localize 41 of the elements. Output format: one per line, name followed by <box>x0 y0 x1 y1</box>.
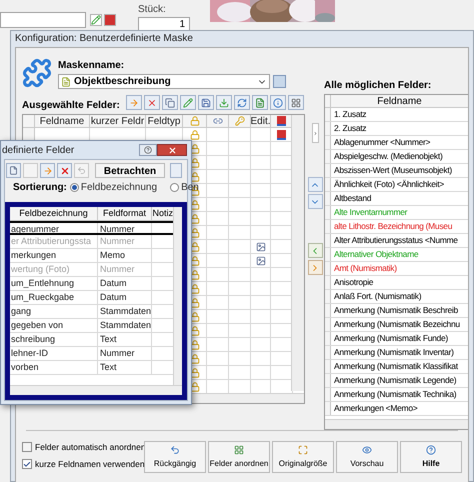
all-fields-label: Alle möglichen Felder: <box>324 79 432 93</box>
radio-label: Feldbezeichnung <box>80 181 158 195</box>
field-name-cell: agenummer <box>10 223 98 233</box>
field-name-cell: vorben <box>10 361 98 374</box>
radio-label: Ben <box>181 181 199 195</box>
field-format-cell: Nummer <box>98 347 152 360</box>
field-name-cell: er Attributierungssta <box>10 235 98 248</box>
column-header: Feldname <box>377 94 422 108</box>
field-format-cell: Stammdaten <box>98 305 152 318</box>
column-header: Feldname <box>40 114 84 128</box>
column-header: kurzer Feldr <box>90 114 144 128</box>
checkbox-label: kurze Feldnamen verwenden <box>35 458 145 470</box>
field-format-cell: Text <box>98 361 152 374</box>
sort-label: Sortierung: <box>13 181 67 195</box>
selected-fields-label: Ausgewählte Felder: <box>22 99 120 113</box>
mask-name-label: Maskenname: <box>58 59 126 73</box>
column-header: Edit. <box>250 114 271 128</box>
field-format-cell: Memo <box>98 249 152 262</box>
field-name-cell: merkungen <box>10 249 98 262</box>
field-name-cell: schreibung <box>10 333 98 346</box>
field-name-cell: gang <box>10 305 98 318</box>
field-name-cell: um_Entlehnung <box>10 277 98 290</box>
field-format-cell: Stammdaten <box>98 319 152 332</box>
column-header: Feldtyp <box>148 114 180 128</box>
field-format-cell: Nummer <box>98 235 152 248</box>
field-format-cell: Datum <box>98 291 152 304</box>
quantity-label: Stück: <box>138 3 167 17</box>
field-name-cell: lehner-ID <box>10 347 98 360</box>
field-format-cell: Datum <box>98 277 152 290</box>
window-title: definierte Felder <box>1 144 76 158</box>
field-format-cell: Nummer <box>98 263 152 276</box>
field-name-cell: gegeben von <box>10 319 98 332</box>
field-format-cell: Nummer <box>98 223 152 233</box>
checkbox-label: Felder automatisch anordnen <box>35 441 146 454</box>
field-name-cell: um_Rueckgabe <box>10 291 98 304</box>
column-header: Feldbezeichnung <box>19 206 88 220</box>
field-format-cell: Text <box>98 333 152 346</box>
window-title: Konfiguration: Benutzerdefinierte Maske <box>14 32 194 46</box>
field-name-cell: wertung (Foto) <box>10 263 98 276</box>
column-header: Feldformat <box>102 206 146 220</box>
column-header: Notiz <box>152 206 173 220</box>
